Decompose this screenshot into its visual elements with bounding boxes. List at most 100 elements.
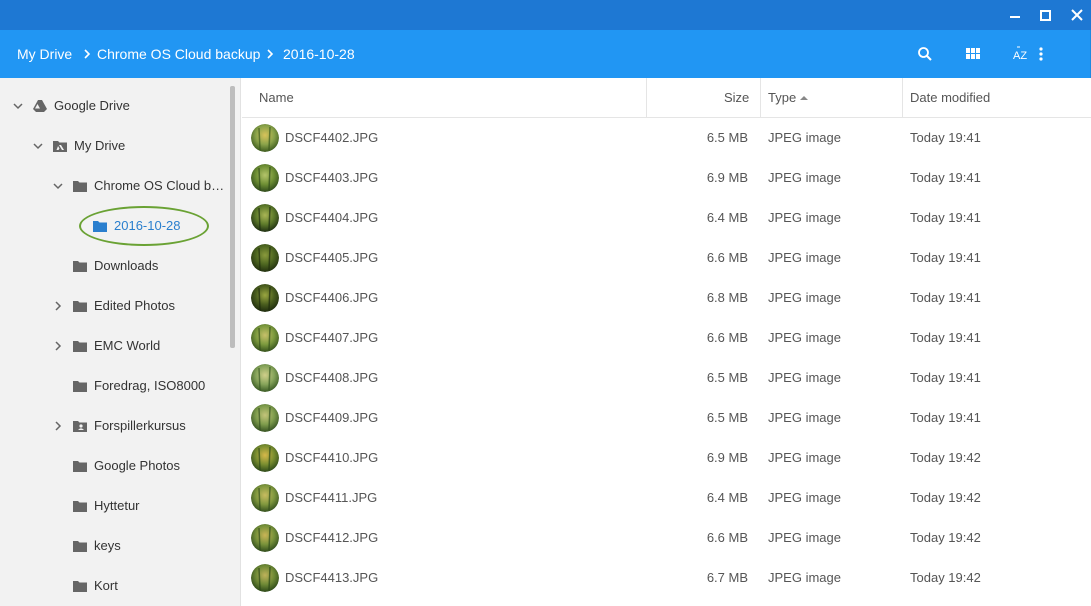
file-type: JPEG image <box>768 330 841 345</box>
file-name: DSCF4410.JPG <box>285 450 379 465</box>
file-size: 6.9 MB <box>706 170 748 185</box>
file-row[interactable]: DSCF4408.JPG 6.5 MB JPEG image Today 19:41 <box>242 358 1091 398</box>
chevron-down-icon[interactable] <box>52 180 64 192</box>
sidebar-scrollbar[interactable] <box>230 86 235 348</box>
file-row[interactable]: DSCF4412.JPG 6.6 MB JPEG image Today 19:42 <box>242 518 1091 558</box>
minimize-button[interactable] <box>1000 0 1030 30</box>
image-thumbnail <box>251 124 279 152</box>
sidebar-item-label: Google Photos <box>94 458 181 473</box>
chevron-right-icon[interactable] <box>52 420 64 432</box>
image-thumbnail <box>251 324 279 352</box>
file-row[interactable]: DSCF4402.JPG 6.5 MB JPEG image Today 19:41 <box>242 118 1091 158</box>
sidebar-item-keys[interactable]: keys <box>0 526 230 566</box>
sidebar-item-label: Hyttetur <box>94 498 140 513</box>
sidebar-item-hyttetur[interactable]: Hyttetur <box>0 486 230 526</box>
chevron-right-icon <box>267 49 274 59</box>
sidebar-item-google-photos[interactable]: Google Photos <box>0 446 230 486</box>
file-row[interactable]: DSCF4407.JPG 6.6 MB JPEG image Today 19:41 <box>242 318 1091 358</box>
image-thumbnail <box>251 444 279 472</box>
my-drive-icon <box>53 141 67 152</box>
file-date-modified: Today 19:42 <box>910 530 981 545</box>
image-thumbnail <box>251 164 279 192</box>
file-size: 6.6 MB <box>706 330 748 345</box>
chevron-right-icon <box>84 49 91 59</box>
folder-icon <box>73 381 87 392</box>
file-name: DSCF4407.JPG <box>285 330 379 345</box>
image-thumbnail <box>251 284 279 312</box>
more-options-button[interactable] <box>1029 42 1053 66</box>
column-divider[interactable] <box>646 78 647 118</box>
chevron-down-icon[interactable] <box>32 140 44 152</box>
sidebar-item-google-drive[interactable]: Google Drive <box>0 86 230 126</box>
file-name: DSCF4403.JPG <box>285 170 379 185</box>
sidebar-item-emc-world[interactable]: EMC World <box>0 326 230 366</box>
search-button[interactable] <box>913 42 937 66</box>
file-row[interactable]: DSCF4413.JPG 6.7 MB JPEG image Today 19:42 <box>242 558 1091 598</box>
file-name: DSCF4405.JPG <box>285 250 379 265</box>
file-list-header: Name Size Type Date modified <box>242 78 1091 118</box>
sidebar-item-2016-10-28[interactable]: 2016-10-28 <box>0 206 230 246</box>
more-vert-icon <box>1039 47 1043 61</box>
file-row[interactable]: DSCF4406.JPG 6.8 MB JPEG image Today 19:41 <box>242 278 1091 318</box>
sidebar-item-foredrag-iso8000[interactable]: Foredrag, ISO8000 <box>0 366 230 406</box>
chevron-down-icon[interactable] <box>12 100 24 112</box>
file-row[interactable]: DSCF4403.JPG 6.9 MB JPEG image Today 19:41 <box>242 158 1091 198</box>
image-thumbnail <box>251 484 279 512</box>
file-size: 6.4 MB <box>706 490 748 505</box>
file-row[interactable]: DSCF4410.JPG 6.9 MB JPEG image Today 19:42 <box>242 438 1091 478</box>
sidebar-item-label: Downloads <box>94 258 159 273</box>
file-date-modified: Today 19:42 <box>910 570 981 585</box>
sidebar-item-downloads[interactable]: Downloads <box>0 246 230 286</box>
file-date-modified: Today 19:41 <box>910 330 981 345</box>
breadcrumb-current-folder[interactable]: 2016-10-28 <box>283 30 355 78</box>
sidebar-item-label: Foredrag, ISO8000 <box>94 378 206 393</box>
sort-ascending-icon <box>800 96 808 100</box>
sidebar-item-label: EMC World <box>94 338 161 353</box>
column-divider[interactable] <box>760 78 761 118</box>
shared-folder-icon <box>73 421 87 432</box>
file-size: 6.5 MB <box>706 130 748 145</box>
maximize-button[interactable] <box>1030 0 1060 30</box>
column-header-date-modified[interactable]: Date modified <box>910 78 990 118</box>
breadcrumb-chrome-os-cloud-backup[interactable]: Chrome OS Cloud backup <box>97 30 260 78</box>
folder-icon <box>73 181 87 192</box>
folder-icon <box>73 581 87 592</box>
window-caption-bar <box>0 0 1091 30</box>
file-date-modified: Today 19:41 <box>910 410 981 425</box>
file-name: DSCF4404.JPG <box>285 210 379 225</box>
column-header-size[interactable]: Size <box>724 78 749 118</box>
column-header-name[interactable]: Name <box>259 78 294 118</box>
file-type: JPEG image <box>768 530 841 545</box>
sidebar-item-label: My Drive <box>74 138 126 153</box>
file-name: DSCF4402.JPG <box>285 130 379 145</box>
column-divider[interactable] <box>902 78 903 118</box>
grid-view-icon <box>966 48 980 59</box>
file-date-modified: Today 19:42 <box>910 490 981 505</box>
file-name: DSCF4408.JPG <box>285 370 379 385</box>
file-size: 6.6 MB <box>706 250 748 265</box>
sidebar-item-edited-photos[interactable]: Edited Photos <box>0 286 230 326</box>
navigation-sidebar: Google Drive My Drive Chrome OS Cloud ba… <box>0 78 241 606</box>
file-type: JPEG image <box>768 370 841 385</box>
file-row[interactable]: DSCF4405.JPG 6.6 MB JPEG image Today 19:41 <box>242 238 1091 278</box>
sidebar-item-my-drive[interactable]: My Drive <box>0 126 230 166</box>
sort-az-icon: AZ <box>1013 46 1027 62</box>
breadcrumb-my-drive[interactable]: My Drive <box>17 30 72 78</box>
sidebar-item-label: keys <box>94 538 121 553</box>
image-thumbnail <box>251 244 279 272</box>
grid-view-button[interactable] <box>961 42 985 66</box>
file-row[interactable]: DSCF4404.JPG 6.4 MB JPEG image Today 19:41 <box>242 198 1091 238</box>
folder-icon <box>73 301 87 312</box>
sidebar-item-kort[interactable]: Kort <box>0 566 230 606</box>
header-bar: My Drive Chrome OS Cloud backup 2016-10-… <box>0 30 1091 78</box>
file-row[interactable]: DSCF4409.JPG 6.5 MB JPEG image Today 19:41 <box>242 398 1091 438</box>
chevron-right-icon[interactable] <box>52 340 64 352</box>
file-name: DSCF4406.JPG <box>285 290 379 305</box>
image-thumbnail <box>251 364 279 392</box>
sidebar-item-chrome-os-cloud-backup[interactable]: Chrome OS Cloud backup <box>0 166 230 206</box>
chevron-right-icon[interactable] <box>52 300 64 312</box>
file-row[interactable]: DSCF4411.JPG 6.4 MB JPEG image Today 19:42 <box>242 478 1091 518</box>
sidebar-item-forspillerkursus[interactable]: Forspillerkursus <box>0 406 230 446</box>
close-button[interactable] <box>1062 0 1091 30</box>
column-header-type[interactable]: Type <box>768 78 796 118</box>
